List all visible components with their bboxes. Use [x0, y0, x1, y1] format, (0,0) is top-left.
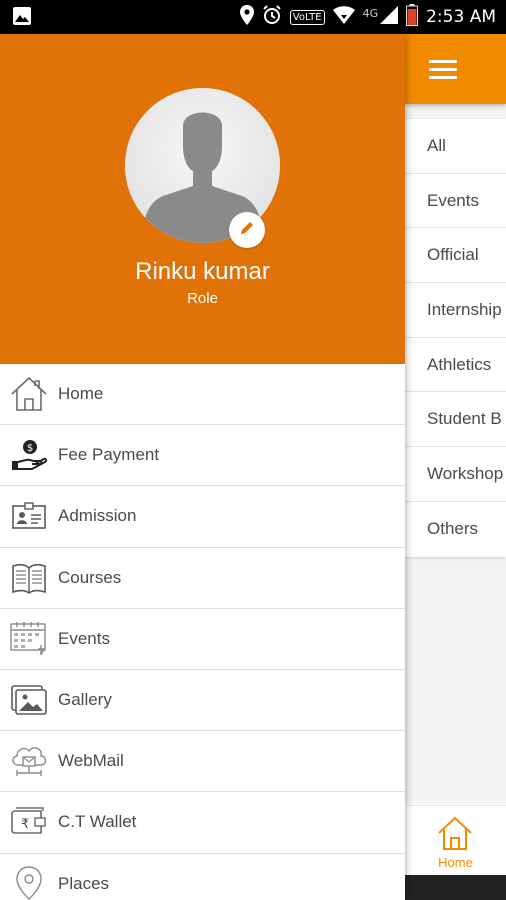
location-icon: [239, 4, 254, 30]
svg-text:$: $: [27, 443, 33, 454]
menu-item-fee-payment[interactable]: $ Fee Payment: [0, 425, 405, 487]
edit-profile-button[interactable]: [229, 212, 265, 248]
category-list: All Events Official Internship Athletics…: [405, 119, 506, 557]
drawer-menu: Home $ Fee Payment Admission Courses Eve…: [0, 364, 405, 900]
bottom-nav-home-icon[interactable]: [436, 814, 474, 857]
status-bar: VoLTE 4G 2:53 AM: [0, 0, 506, 34]
network-type: 4G: [362, 6, 379, 20]
menu-item-events[interactable]: Events: [0, 609, 405, 670]
battery-icon: [406, 3, 419, 31]
app-bar: [405, 34, 506, 104]
cloud-mail-icon: [0, 731, 58, 792]
calendar-icon: [0, 608, 58, 669]
svg-text:₹: ₹: [21, 817, 29, 832]
bottom-nav: Home: [405, 805, 506, 875]
category-item-internship[interactable]: Internship: [405, 283, 506, 338]
menu-label-fee-payment: Fee Payment: [58, 445, 160, 465]
alarm-icon: [262, 4, 282, 30]
system-nav-bar: [405, 875, 506, 900]
category-item-student-b[interactable]: Student B: [405, 392, 506, 448]
menu-item-home[interactable]: Home: [0, 364, 405, 426]
menu-label-events: Events: [58, 628, 110, 648]
menu-label-gallery: Gallery: [58, 690, 112, 710]
menu-item-admission[interactable]: Admission: [0, 486, 405, 548]
category-item-events[interactable]: Events: [405, 174, 506, 229]
home-icon: [0, 364, 58, 425]
gallery-notification-icon: [12, 6, 32, 31]
category-item-official[interactable]: Official: [405, 228, 506, 284]
location-pin-icon: [0, 853, 58, 900]
user-name: Rinku kumar: [135, 258, 270, 285]
menu-item-webmail[interactable]: WebMail: [0, 731, 405, 793]
navigation-drawer: Rinku kumar Role Home $ Fee Payment Admi…: [0, 34, 405, 900]
id-card-icon: [0, 486, 58, 547]
bottom-nav-home-label[interactable]: Home: [405, 855, 506, 870]
wallet-icon: ₹: [0, 792, 58, 853]
menu-item-gallery[interactable]: Gallery: [0, 670, 405, 732]
menu-item-wallet[interactable]: ₹ C.T Wallet: [0, 792, 405, 854]
menu-label-places: Places: [58, 873, 110, 893]
wifi-icon: [332, 5, 355, 29]
user-role: Role: [187, 290, 218, 307]
menu-label-admission: Admission: [58, 506, 137, 526]
category-item-workshop[interactable]: Workshop: [405, 447, 506, 502]
fee-payment-icon: $: [0, 425, 58, 486]
drawer-header: Rinku kumar Role: [0, 34, 405, 364]
signal-icon: [380, 5, 399, 29]
category-item-others[interactable]: Others: [405, 502, 506, 557]
status-time: 2:53 AM: [426, 7, 496, 27]
menu-label-webmail: WebMail: [58, 751, 124, 771]
menu-label-wallet: C.T Wallet: [58, 812, 137, 832]
book-icon: [0, 547, 58, 608]
volte-badge: VoLTE: [289, 9, 325, 25]
menu-icon[interactable]: [429, 60, 457, 80]
category-item-all[interactable]: All: [405, 119, 506, 174]
gallery-icon: [0, 670, 58, 731]
menu-item-courses[interactable]: Courses: [0, 548, 405, 609]
menu-label-home: Home: [58, 384, 104, 404]
menu-label-courses: Courses: [58, 567, 122, 587]
pencil-icon: [239, 220, 255, 241]
menu-item-places[interactable]: Places: [0, 854, 405, 900]
category-item-athletics[interactable]: Athletics: [405, 338, 506, 393]
